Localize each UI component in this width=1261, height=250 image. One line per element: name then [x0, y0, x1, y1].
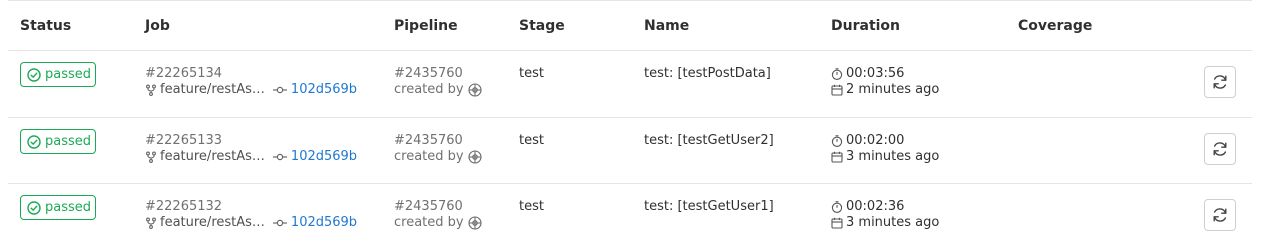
check-circle-icon — [27, 134, 41, 149]
finished-value: 3 minutes ago — [846, 215, 940, 230]
duration: 00:03:56 — [831, 66, 904, 81]
status-badge[interactable]: passed — [20, 195, 96, 220]
job-id-link[interactable]: #22265134 — [145, 66, 222, 81]
job-name: test: [testGetUser1] — [644, 199, 774, 214]
retry-button[interactable] — [1204, 66, 1236, 98]
job-id-link[interactable]: #22265132 — [145, 199, 222, 214]
commit-sha-link[interactable]: 102d569b — [291, 82, 357, 97]
finished-at: 2 minutes ago — [831, 82, 939, 97]
table-row: passed #22265132 feature/restAs… 102d569… — [0, 183, 1261, 249]
job-id-link[interactable]: #22265133 — [145, 133, 222, 148]
pipeline-created-by: created by — [394, 82, 482, 97]
finished-at: 3 minutes ago — [831, 215, 939, 230]
finished-at: 3 minutes ago — [831, 149, 939, 164]
header-status: Status — [20, 18, 72, 34]
job-ref: feature/restAs… 102d569b — [145, 215, 357, 230]
calendar-icon — [831, 84, 843, 96]
created-by-label: created by — [394, 215, 464, 230]
finished-value: 3 minutes ago — [846, 149, 940, 164]
commit-icon — [272, 219, 287, 226]
job-ref: feature/restAs… 102d569b — [145, 82, 357, 97]
created-by-label: created by — [394, 82, 464, 97]
calendar-icon — [831, 151, 843, 163]
retry-icon — [1213, 75, 1227, 89]
branch-icon — [146, 84, 156, 96]
retry-button[interactable] — [1204, 199, 1236, 231]
commit-icon — [272, 86, 287, 93]
branch-icon — [146, 151, 156, 163]
duration: 00:02:00 — [831, 133, 904, 148]
status-badge[interactable]: passed — [20, 129, 96, 154]
job-ref: feature/restAs… 102d569b — [145, 149, 357, 164]
commit-icon — [272, 153, 287, 160]
timer-icon — [831, 67, 843, 80]
job-name: test: [testGetUser2] — [644, 133, 774, 148]
avatar-icon[interactable] — [468, 149, 482, 164]
duration-value: 00:02:36 — [846, 199, 905, 214]
header-pipeline: Pipeline — [394, 18, 458, 34]
pipeline-id-link[interactable]: #2435760 — [394, 66, 463, 81]
header-stage: Stage — [519, 18, 565, 34]
header-name: Name — [644, 18, 690, 34]
check-circle-icon — [27, 200, 41, 215]
duration: 00:02:36 — [831, 199, 904, 214]
status-label: passed — [45, 67, 92, 82]
avatar-icon[interactable] — [468, 215, 482, 230]
table-row: passed #22265133 feature/restAs… 102d569… — [0, 117, 1261, 183]
header-duration: Duration — [831, 18, 901, 34]
duration-value: 00:03:56 — [846, 66, 905, 81]
check-circle-icon — [27, 67, 41, 82]
branch-link[interactable]: feature/restAs… — [160, 215, 265, 230]
branch-icon — [146, 217, 156, 229]
timer-icon — [831, 200, 843, 213]
header-job: Job — [145, 18, 170, 34]
pipeline-created-by: created by — [394, 215, 482, 230]
retry-button[interactable] — [1204, 133, 1236, 165]
commit-sha-link[interactable]: 102d569b — [291, 149, 357, 164]
retry-icon — [1213, 208, 1227, 222]
finished-value: 2 minutes ago — [846, 82, 940, 97]
status-badge[interactable]: passed — [20, 62, 96, 87]
commit-sha-link[interactable]: 102d569b — [291, 215, 357, 230]
stage-value: test — [519, 66, 544, 81]
jobs-table: Status Job Pipeline Stage Name Duration … — [0, 0, 1261, 250]
table-top-border — [8, 0, 1252, 1]
branch-link[interactable]: feature/restAs… — [160, 82, 265, 97]
table-row: passed #22265134 feature/restAs… 102d569… — [0, 50, 1261, 116]
stage-value: test — [519, 133, 544, 148]
created-by-label: created by — [394, 149, 464, 164]
status-label: passed — [45, 200, 92, 215]
timer-icon — [831, 134, 843, 147]
avatar-icon[interactable] — [468, 82, 482, 97]
header-coverage: Coverage — [1018, 18, 1093, 34]
stage-value: test — [519, 199, 544, 214]
branch-link[interactable]: feature/restAs… — [160, 149, 265, 164]
pipeline-created-by: created by — [394, 149, 482, 164]
duration-value: 00:02:00 — [846, 133, 905, 148]
status-label: passed — [45, 134, 92, 149]
pipeline-id-link[interactable]: #2435760 — [394, 199, 463, 214]
job-name: test: [testPostData] — [644, 66, 771, 81]
retry-icon — [1213, 142, 1227, 156]
calendar-icon — [831, 217, 843, 229]
pipeline-id-link[interactable]: #2435760 — [394, 133, 463, 148]
